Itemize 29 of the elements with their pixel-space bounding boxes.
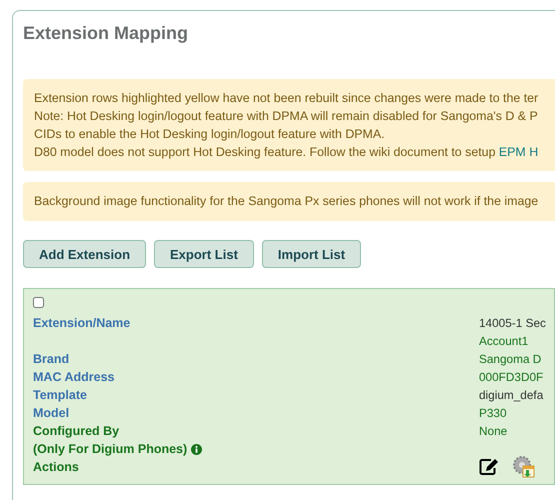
alert-text: Extension rows highlighted yellow have not been rebuilt since changes were made to the ter [34,90,538,107]
select-checkbox[interactable] [33,297,44,308]
alert-text: D80 model does not support Hot Desking feature. Follow the wiki document to setup EPM H [34,144,538,161]
gear-sheet-icon[interactable] [513,456,535,478]
action-button[interactable]: Add Extension [23,240,146,268]
field-label: Extension/Name [33,315,132,332]
field-value: 14005-1 Sec [479,315,547,332]
info-icon[interactable] [191,444,202,454]
field-label: Configured By [33,423,120,440]
section-title: Extension Mapping [23,22,190,45]
field-label: Actions [33,459,80,476]
field-value: Account1 [479,333,530,350]
field-value: digium_defa [479,387,544,404]
field-value: Sangoma D [479,351,542,368]
alert-text: Note: Hot Desking login/logout feature with DPMA will remain disabled for Sangoma's D & P [34,108,538,125]
field-note: (Only For Digium Phones) [33,441,188,458]
alert-text: Background image functionality for the Sangoma Px series phones will not work if the image [34,193,538,210]
field-label: MAC Address [33,369,116,386]
edit-icon[interactable] [479,458,499,476]
field-label: Template [33,387,88,404]
field-value: P330 [479,405,508,422]
field-value: 000FD3D0F [479,369,544,386]
field-label: Brand [33,351,70,368]
wiki-link[interactable]: EPM H [498,145,538,159]
alert-text: CIDs to enable the Hot Desking login/logout feature with DPMA. [34,126,385,143]
field-label: Model [33,405,70,422]
action-button[interactable]: Export List [154,240,254,268]
field-value: None [479,423,508,440]
action-button[interactable]: Import List [262,240,362,268]
